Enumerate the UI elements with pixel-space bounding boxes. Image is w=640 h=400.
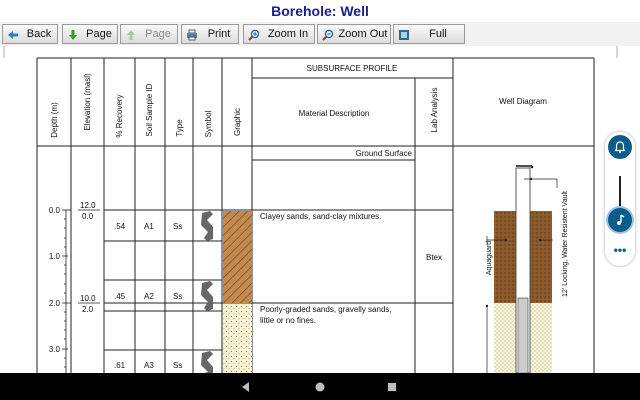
full-screen-button[interactable]: Full Screen bbox=[393, 24, 465, 58]
header-lab-analysis: Lab Analysis bbox=[430, 88, 439, 133]
nav-back-button[interactable] bbox=[226, 373, 266, 400]
elevation-value: 10.0 bbox=[80, 294, 96, 303]
elevation-depth-value: 0.0 bbox=[82, 212, 94, 221]
full-screen-icon bbox=[399, 30, 409, 40]
header-material-description: Material Description bbox=[299, 109, 370, 118]
panel-slider-track[interactable] bbox=[619, 176, 621, 210]
recents-square-icon bbox=[388, 382, 396, 391]
header-well-diagram: Well Diagram bbox=[499, 97, 547, 106]
header-soil-sample-id: Soil Sample ID bbox=[145, 83, 154, 136]
toolbar: Back Page Page Print Zoom In Zoom Out Fu… bbox=[0, 22, 640, 58]
material-description-2-cont: little or no fines. bbox=[260, 316, 316, 325]
clayey-sand-graphic bbox=[223, 211, 252, 303]
sample-type: Ss bbox=[173, 292, 182, 301]
header-type: Type bbox=[175, 119, 184, 137]
page-down-arrow-icon bbox=[69, 30, 77, 40]
depth-tick-label: 0.0 bbox=[49, 206, 61, 215]
zoom-out-icon bbox=[322, 29, 334, 41]
printer-icon bbox=[187, 29, 197, 41]
back-button[interactable]: Back bbox=[2, 24, 58, 44]
elevation-depth-value: 2.0 bbox=[82, 305, 94, 314]
previous-page-button[interactable]: Page bbox=[120, 24, 178, 44]
material-description-2: Poorly-graded sands, gravelly sands, bbox=[260, 305, 392, 314]
back-arrow-icon bbox=[8, 31, 18, 39]
back-triangle-icon bbox=[242, 381, 249, 392]
nav-recents-button[interactable] bbox=[372, 373, 412, 400]
sampler-symbol bbox=[201, 211, 213, 241]
nav-home-button[interactable] bbox=[300, 373, 340, 400]
depth-tick-label: 3.0 bbox=[49, 345, 61, 354]
borehole-log-sheet: Depth (m) Elevation (masl) % Recovery So… bbox=[3, 46, 618, 373]
header-depth: Depth (m) bbox=[50, 102, 59, 138]
title-bar: Borehole: Well bbox=[0, 0, 640, 22]
elevation-value: 12.0 bbox=[80, 201, 96, 210]
header-recovery: % Recovery bbox=[115, 94, 124, 137]
depth-scale bbox=[62, 209, 71, 373]
page-up-arrow-icon bbox=[127, 30, 135, 40]
sample-id: A2 bbox=[144, 292, 154, 301]
borehole-log-document[interactable]: Depth (m) Elevation (masl) % Recovery So… bbox=[0, 46, 640, 373]
zoom-in-icon bbox=[248, 29, 260, 41]
sample-recovery: .61 bbox=[114, 361, 126, 370]
print-button[interactable]: Print bbox=[181, 24, 239, 44]
poorly-graded-sand-graphic bbox=[223, 304, 252, 373]
zoom-in-button[interactable]: Zoom In bbox=[243, 24, 315, 44]
lab-analysis-value: Btex bbox=[426, 253, 442, 262]
android-navigation-bar bbox=[0, 373, 640, 400]
sample-type: Ss bbox=[173, 361, 182, 370]
sample-id: A3 bbox=[144, 361, 154, 370]
floating-tool-panel: ••• bbox=[605, 132, 635, 266]
header-graphic: Graphic bbox=[233, 108, 242, 136]
well-label-aquaguard: Aquaguard bbox=[486, 241, 493, 275]
next-page-button[interactable]: Page bbox=[62, 24, 118, 44]
more-options-icon[interactable]: ••• bbox=[605, 244, 635, 256]
sample-type: Ss bbox=[173, 222, 182, 231]
sampler-symbol bbox=[201, 281, 213, 311]
header-symbol: Symbol bbox=[204, 110, 213, 137]
ground-surface-label: Ground Surface bbox=[356, 149, 413, 158]
home-circle-icon bbox=[315, 382, 325, 391]
sample-recovery: .54 bbox=[114, 222, 126, 231]
audio-button[interactable] bbox=[608, 208, 632, 232]
depth-tick-label: 1.0 bbox=[49, 252, 61, 261]
window-title: Borehole: Well bbox=[271, 3, 369, 19]
well-diagram bbox=[485, 165, 558, 373]
well-label-vault: 12' Locking, Water Resistent Vault bbox=[562, 191, 569, 297]
header-subsurface-profile: SUBSURFACE PROFILE bbox=[307, 64, 398, 73]
sample-recovery: .45 bbox=[114, 292, 126, 301]
zoom-out-button[interactable]: Zoom Out bbox=[317, 24, 391, 44]
music-note-icon bbox=[617, 214, 625, 225]
sample-id: A1 bbox=[144, 222, 154, 231]
notification-button[interactable] bbox=[608, 135, 632, 159]
depth-tick-label: 2.0 bbox=[49, 299, 61, 308]
bell-icon bbox=[614, 141, 626, 153]
material-description-1: Clayey sands, sand-clay mixtures. bbox=[260, 212, 381, 221]
header-elevation: Elevation (masl) bbox=[83, 73, 92, 131]
sampler-symbol bbox=[201, 351, 213, 373]
